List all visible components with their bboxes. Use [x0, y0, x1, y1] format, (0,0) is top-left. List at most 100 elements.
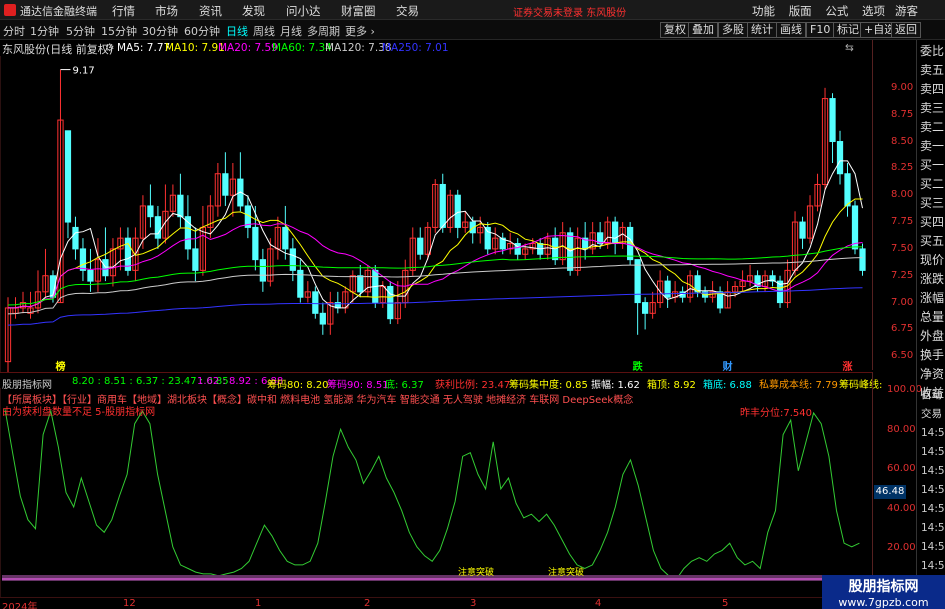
candle-down — [177, 194, 184, 218]
side-item: 委比 — [920, 44, 945, 58]
candle-down — [799, 221, 806, 239]
indicator-tick: 40.00 — [887, 502, 916, 514]
candle-down — [836, 141, 844, 175]
bottom-band — [2, 575, 870, 581]
candlestick-chart[interactable]: 9.176.30榜跌财涨 — [0, 56, 872, 372]
indicator-tick: 80.00 — [887, 423, 916, 435]
event-mark: 涨 — [843, 360, 853, 372]
high-label: 9.17 — [72, 66, 94, 77]
menu-ask[interactable]: 问小达 — [286, 3, 321, 19]
side-item: 换手 — [920, 348, 945, 362]
period-1min[interactable]: 1分钟 — [30, 23, 59, 39]
login-status[interactable]: 证券交易未登录 东风股份 — [513, 4, 626, 19]
guest-label[interactable]: 游客 — [895, 3, 918, 19]
menu-wealth-circle[interactable]: 财富圈 — [341, 3, 376, 19]
candle-down — [859, 248, 866, 271]
period-15min[interactable]: 15分钟 — [101, 23, 137, 39]
candle-down — [259, 259, 266, 282]
multi-stock-button[interactable]: 多股 — [718, 22, 748, 38]
period-5min[interactable]: 5分钟 — [66, 23, 95, 39]
time-tick: 4 — [595, 598, 602, 609]
indicator-axis: 100.00 80.00 60.00 40.00 20.00 — [872, 372, 922, 590]
time-tick: 12 — [123, 598, 136, 609]
time-tick: 2024年 — [2, 602, 38, 609]
ticker-item: 14:56 — [921, 465, 945, 477]
adjust-button[interactable]: 复权 — [660, 22, 690, 38]
price-tick: 7.50 — [891, 242, 914, 254]
menu-discover[interactable]: 发现 — [242, 3, 265, 19]
ticker-item: 自动 — [921, 389, 942, 401]
price-tick: 6.50 — [891, 350, 914, 362]
candle-down — [484, 226, 491, 250]
ticker-item: 14:56 — [921, 522, 945, 534]
ma250-label: MA250: 7.01 — [382, 42, 449, 54]
candle-down — [79, 248, 87, 271]
period-60min[interactable]: 60分钟 — [184, 23, 220, 39]
menu-layout[interactable]: 版面 — [789, 4, 812, 18]
draw-line-button[interactable]: 画线 — [776, 22, 806, 38]
side-item: 买四 — [920, 215, 945, 229]
ma5-label: MA5: 7.77 — [117, 42, 171, 54]
trading-terminal: 通达信金融终端 行情 市场 资讯 发现 问小达 财富圈 交易 证券交易未登录 东… — [0, 0, 945, 609]
stock-name-top: 东风股份 — [586, 8, 627, 19]
ticker-item: 14:56 — [921, 541, 945, 553]
period-more[interactable]: 更多 › — [345, 23, 375, 39]
special-label: 注意突破 — [548, 566, 584, 578]
period-monthly[interactable]: 月线 — [280, 23, 302, 39]
side-item: 总量 — [920, 310, 945, 324]
period-timeshare[interactable]: 分时 — [3, 23, 25, 39]
ticker-item: 14:56 — [921, 560, 945, 572]
chart-settings-icon[interactable]: ⚙ — [105, 42, 114, 54]
candle-down — [851, 205, 859, 250]
chevron-right-icon: › — [370, 25, 375, 38]
menu-market-quotes[interactable]: 行情 — [112, 3, 135, 19]
ma60-label: MA60: 7.34 — [272, 42, 332, 54]
indicator-chart[interactable]: 注意突破 注意突破 — [0, 388, 872, 597]
indicator-info-bar: 股朋指标网 8.20 : 8.51 : 6.37 : 23.47 : 0.85 1.… — [0, 372, 882, 391]
chart-arrow-icon[interactable]: ⇆ — [845, 42, 854, 54]
period-more-label: 更多 — [345, 25, 367, 38]
menu-trade[interactable]: 交易 — [396, 3, 419, 19]
candle-down — [439, 183, 446, 228]
event-mark: 财 — [722, 360, 733, 372]
statistics-button[interactable]: 统计 — [747, 22, 777, 38]
period-daily[interactable]: 日线 — [226, 23, 248, 39]
app-logo-icon — [4, 4, 16, 16]
back-button[interactable]: 返回 — [891, 22, 921, 38]
f10-button[interactable]: F10 — [806, 22, 835, 38]
candle-down — [454, 194, 461, 228]
sub-value-label: 昨丰分位:7.540 — [740, 408, 812, 419]
candle-down — [319, 312, 326, 325]
candle-down — [102, 259, 109, 277]
side-item: 涨幅 — [920, 291, 945, 305]
menu-news[interactable]: 资讯 — [199, 3, 222, 19]
bookmark-button[interactable]: 标记 — [833, 22, 863, 38]
menu-market[interactable]: 市场 — [155, 3, 178, 19]
side-item: 买五 — [920, 234, 945, 248]
side-item: 卖四 — [920, 82, 945, 96]
candle-down — [634, 259, 641, 304]
ticker-item: 14:56 — [921, 484, 945, 496]
price-tick: 8.25 — [891, 162, 914, 174]
candle-down — [312, 291, 319, 314]
side-item: 卖三 — [920, 101, 945, 115]
candle-down — [289, 248, 296, 271]
profit-ratio-line — [4, 409, 860, 581]
menu-options[interactable]: 选项 — [862, 4, 885, 18]
candle-down — [844, 173, 851, 207]
period-30min[interactable]: 30分钟 — [142, 23, 178, 39]
period-weekly[interactable]: 周线 — [253, 23, 275, 39]
menu-right: 功能 版面 公式 选项 — [742, 3, 885, 19]
price-tick: 7.00 — [891, 296, 914, 308]
price-tick: 6.75 — [891, 323, 914, 335]
menu-formula[interactable]: 公式 — [825, 4, 848, 18]
login-status-text: 证券交易未登录 — [513, 8, 583, 19]
title-bar: 通达信金融终端 行情 市场 资讯 发现 问小达 财富圈 交易 证券交易未登录 东… — [0, 0, 945, 20]
period-multi[interactable]: 多周期 — [307, 23, 340, 39]
side-item: 卖一 — [920, 139, 945, 153]
time-tick: 5 — [722, 598, 729, 609]
candle-down — [829, 98, 836, 143]
menu-function[interactable]: 功能 — [752, 4, 775, 18]
overlay-button[interactable]: 叠加 — [688, 22, 718, 38]
candle-down — [87, 269, 94, 282]
